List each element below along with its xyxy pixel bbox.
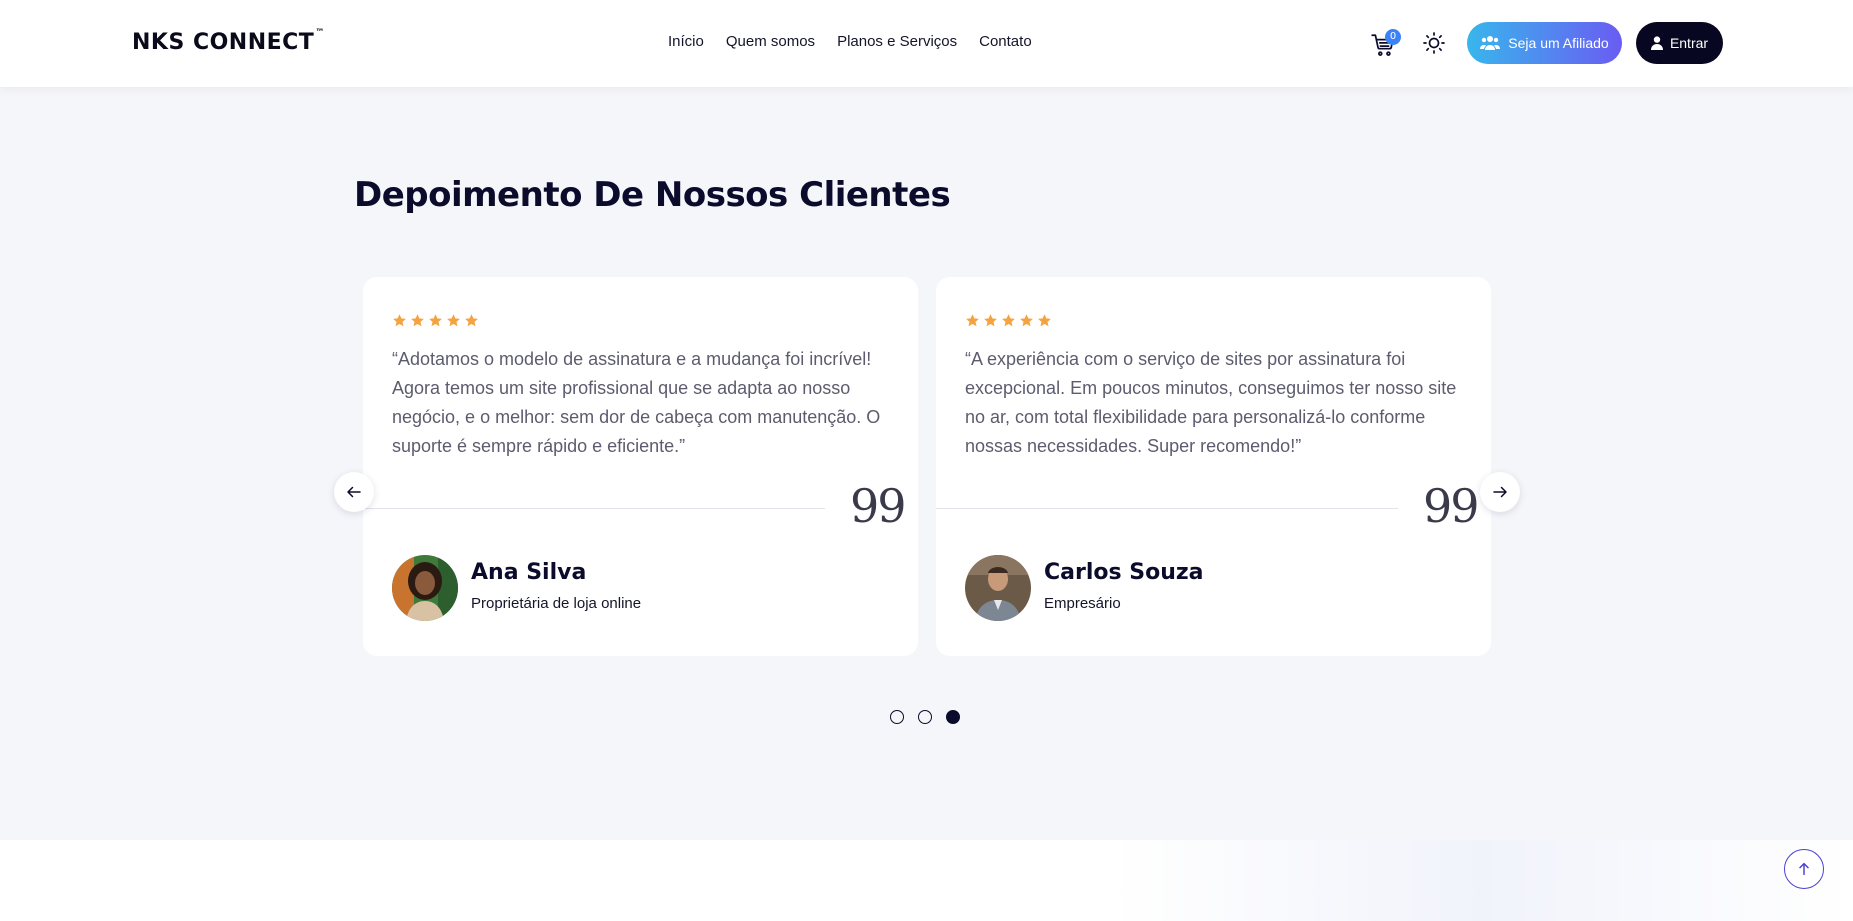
testimonial-card: “Adotamos o modelo de assinatura e a mud… [363, 277, 918, 656]
affiliate-button-label: Seja um Afiliado [1508, 35, 1609, 51]
users-icon [1480, 36, 1501, 50]
rating-stars [392, 313, 479, 328]
carousel-prev-button[interactable] [334, 472, 374, 512]
carousel-pagination [890, 710, 960, 724]
section-title: Depoimento De Nossos Clientes [354, 175, 951, 215]
avatar-image [965, 555, 1031, 621]
star-icon [966, 314, 979, 327]
user-icon [1650, 36, 1663, 50]
testimonial-text: “A experiência com o serviço de sites po… [965, 349, 1457, 456]
rating-stars [965, 313, 1052, 328]
star-icon [465, 314, 478, 327]
star-icon [447, 314, 460, 327]
star-icon [1038, 314, 1051, 327]
arrow-left-icon [347, 486, 361, 498]
nav-item-planos-servicos[interactable]: Planos e Serviços [837, 33, 957, 50]
nav-item-quem-somos[interactable]: Quem somos [726, 33, 815, 50]
testimonial-text: “Adotamos o modelo de assinatura e a mud… [392, 349, 881, 456]
testimonial-card: “A experiência com o serviço de sites po… [936, 277, 1491, 656]
star-icon [411, 314, 424, 327]
star-icon [1002, 314, 1015, 327]
author-name: Carlos Souza [1044, 560, 1204, 585]
main-nav: Início Quem somos Planos e Serviços Cont… [668, 33, 1032, 50]
next-section [0, 840, 1853, 921]
author-role: Empresário [1044, 595, 1121, 612]
star-icon [984, 314, 997, 327]
avatar [965, 555, 1031, 621]
author-name: Ana Silva [471, 560, 587, 585]
divider [363, 508, 825, 509]
avatar [392, 555, 458, 621]
site-header: NKS CONNECT™ Início Quem somos Planos e … [0, 0, 1853, 87]
logo[interactable]: NKS CONNECT™ [132, 27, 325, 55]
author-role: Proprietária de loja online [471, 595, 642, 612]
scroll-to-top-button[interactable] [1784, 849, 1824, 889]
quote-icon: 99 [850, 479, 907, 533]
logo-text: NKS CONNECT [132, 30, 315, 55]
nav-item-inicio[interactable]: Início [668, 33, 704, 50]
arrow-right-icon [1493, 486, 1507, 498]
carousel-dot-3[interactable] [946, 710, 960, 724]
star-icon [429, 314, 442, 327]
avatar-image [392, 555, 458, 621]
theme-toggle-button[interactable] [1422, 31, 1448, 57]
quote-icon: 99 [1423, 479, 1480, 533]
carousel-dot-1[interactable] [890, 710, 904, 724]
login-button[interactable]: Entrar [1636, 22, 1723, 64]
login-button-label: Entrar [1669, 35, 1709, 51]
cart-button[interactable]: 0 [1370, 29, 1401, 58]
divider [936, 508, 1398, 509]
arrow-up-icon [1799, 862, 1809, 876]
star-icon [393, 314, 406, 327]
logo-trademark: ™ [315, 27, 325, 38]
sun-icon [1423, 32, 1445, 54]
carousel-next-button[interactable] [1480, 472, 1520, 512]
star-icon [1020, 314, 1033, 327]
affiliate-button[interactable]: Seja um Afiliado [1467, 22, 1622, 64]
nav-item-contato[interactable]: Contato [979, 33, 1032, 50]
carousel-dot-2[interactable] [918, 710, 932, 724]
cart-count-badge: 0 [1385, 29, 1401, 45]
